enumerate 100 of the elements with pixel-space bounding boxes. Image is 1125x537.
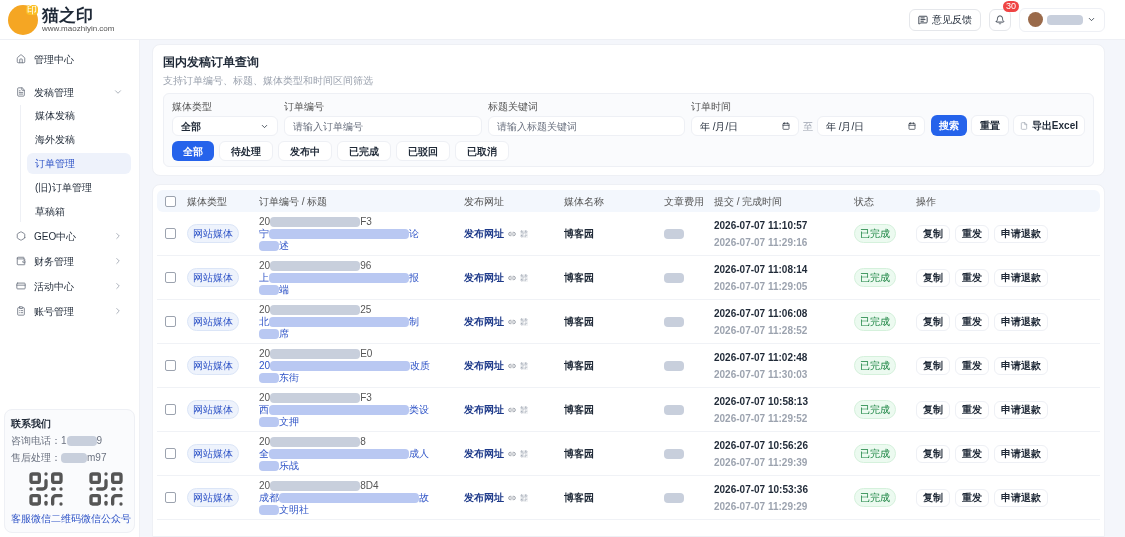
reset-button[interactable]: 重置 bbox=[970, 115, 1009, 136]
link-icon[interactable] bbox=[508, 229, 516, 238]
row-action-button[interactable]: 申请退款 bbox=[994, 312, 1048, 331]
order-number-start: 20 bbox=[259, 435, 271, 448]
submitted-time: 2026-07-07 11:10:57 bbox=[714, 218, 809, 233]
column-header: 媒体名称 bbox=[564, 194, 605, 209]
publish-url-link[interactable]: 发布网址 bbox=[464, 490, 504, 505]
after-sales-end: m97 bbox=[87, 451, 107, 465]
contact-title: 联系我们 bbox=[11, 417, 52, 431]
checkbox[interactable] bbox=[165, 228, 176, 239]
publish-url-link[interactable]: 发布网址 bbox=[464, 226, 504, 241]
row-action-button[interactable]: 复制 bbox=[916, 224, 950, 243]
link-icon[interactable] bbox=[508, 493, 516, 502]
row-action-button[interactable]: 重发 bbox=[955, 268, 989, 287]
row-action-button[interactable]: 申请退款 bbox=[994, 488, 1048, 507]
keyword-field[interactable]: 请输入标题关键词 bbox=[487, 116, 685, 136]
end-date-field[interactable]: 年 /月/日 bbox=[816, 116, 925, 136]
row-action-button[interactable]: 复制 bbox=[916, 268, 950, 287]
link-icon[interactable] bbox=[508, 361, 516, 370]
title-line: 端 bbox=[279, 283, 289, 296]
nav-item[interactable]: 管理中心 bbox=[8, 48, 131, 70]
status-tab[interactable]: 发布中 bbox=[278, 141, 332, 161]
row-action-button[interactable]: 重发 bbox=[955, 312, 989, 331]
status-tab[interactable]: 已驳回 bbox=[396, 141, 450, 161]
status-tab[interactable]: 已取消 bbox=[455, 141, 509, 161]
row-action-button[interactable]: 申请退款 bbox=[994, 268, 1048, 287]
qr-code-icon[interactable] bbox=[520, 317, 528, 326]
publish-url-link[interactable]: 发布网址 bbox=[464, 446, 504, 461]
title-line: 述 bbox=[279, 239, 289, 252]
link-icon[interactable] bbox=[508, 405, 516, 414]
search-button[interactable]: 搜索 bbox=[930, 115, 967, 136]
row-action-button[interactable]: 重发 bbox=[955, 356, 989, 375]
qr-code-icon[interactable] bbox=[520, 449, 528, 458]
title-line: 乐战 bbox=[279, 459, 299, 472]
qr-code-icon[interactable] bbox=[520, 405, 528, 414]
row-action-button[interactable]: 复制 bbox=[916, 488, 950, 507]
order-number-end: F3 bbox=[360, 391, 372, 404]
start-date-field[interactable]: 年 /月/日 bbox=[690, 116, 799, 136]
row-action-button[interactable]: 重发 bbox=[955, 488, 989, 507]
publish-url-link[interactable]: 发布网址 bbox=[464, 402, 504, 417]
user-menu[interactable] bbox=[1019, 7, 1105, 32]
nav-item[interactable]: 财务管理 bbox=[8, 250, 131, 272]
qr-code-icon[interactable] bbox=[520, 229, 528, 238]
column-header: 媒体类型 bbox=[187, 194, 228, 209]
nav-item[interactable]: 发稿管理 bbox=[8, 81, 131, 103]
media-type-tag: 网站媒体 bbox=[187, 312, 239, 331]
checkbox[interactable] bbox=[165, 404, 176, 415]
nav-item[interactable]: 账号管理 bbox=[8, 300, 131, 322]
nav-subitem[interactable]: (旧)订单管理 bbox=[27, 177, 131, 198]
checkbox[interactable] bbox=[165, 316, 176, 327]
nav-subitem[interactable]: 媒体发稿 bbox=[27, 105, 131, 126]
link-icon[interactable] bbox=[508, 273, 516, 282]
brand-url: www.maozhiyin.com bbox=[42, 24, 115, 33]
qr-code-icon[interactable] bbox=[520, 273, 528, 282]
row-action-button[interactable]: 重发 bbox=[955, 444, 989, 463]
nav-item[interactable]: 活动中心 bbox=[8, 275, 131, 297]
row-action-button[interactable]: 申请退款 bbox=[994, 444, 1048, 463]
status-tab[interactable]: 待处理 bbox=[219, 141, 273, 161]
nav-subitem[interactable]: 草稿箱 bbox=[27, 201, 131, 222]
completed-time: 2026-07-07 11:28:52 bbox=[714, 323, 809, 338]
row-action-button[interactable]: 重发 bbox=[955, 400, 989, 419]
status-tab[interactable]: 已完成 bbox=[337, 141, 391, 161]
row-action-button[interactable]: 申请退款 bbox=[994, 400, 1048, 419]
row-action-button[interactable]: 复制 bbox=[916, 356, 950, 375]
row-action-button[interactable]: 复制 bbox=[916, 400, 950, 419]
row-action-button[interactable]: 申请退款 bbox=[994, 356, 1048, 375]
nav-item[interactable]: GEO中心 bbox=[8, 225, 131, 247]
column-header: 状态 bbox=[854, 194, 875, 209]
checkbox[interactable] bbox=[165, 360, 176, 371]
redacted-fee bbox=[664, 493, 684, 504]
qr-code-icon[interactable] bbox=[520, 361, 528, 370]
checkbox[interactable] bbox=[165, 492, 176, 503]
row-action-button[interactable]: 复制 bbox=[916, 444, 950, 463]
checkbox[interactable] bbox=[165, 272, 176, 283]
nav-subitem[interactable]: 海外发稿 bbox=[27, 129, 131, 150]
media-name: 博客园 bbox=[564, 403, 595, 417]
order-number-field[interactable]: 请输入订单编号 bbox=[284, 116, 482, 136]
qr-code-icon[interactable] bbox=[520, 493, 528, 502]
publish-url-link[interactable]: 发布网址 bbox=[464, 270, 504, 285]
export-button[interactable]: 导出Excel bbox=[1012, 115, 1085, 136]
nav-icon bbox=[16, 87, 26, 97]
title-start: 成都 bbox=[259, 491, 279, 504]
media-type-select[interactable]: 全部 bbox=[172, 116, 279, 136]
feedback-button[interactable]: 意见反馈 bbox=[909, 8, 981, 31]
publish-url-link[interactable]: 发布网址 bbox=[464, 358, 504, 373]
status-tag: 已完成 bbox=[854, 356, 896, 375]
page-title: 国内发稿订单查询 bbox=[163, 54, 260, 71]
row-action-button[interactable]: 重发 bbox=[955, 224, 989, 243]
publish-url-link[interactable]: 发布网址 bbox=[464, 314, 504, 329]
avatar bbox=[1028, 12, 1043, 27]
nav-subitem[interactable]: 订单管理 bbox=[27, 153, 131, 174]
checkbox[interactable] bbox=[165, 448, 176, 459]
row-action-button[interactable]: 复制 bbox=[916, 312, 950, 331]
status-tag: 已完成 bbox=[854, 488, 896, 507]
link-icon[interactable] bbox=[508, 449, 516, 458]
row-action-button[interactable]: 申请退款 bbox=[994, 224, 1048, 243]
status-tab[interactable]: 全部 bbox=[172, 141, 214, 161]
link-icon[interactable] bbox=[508, 317, 516, 326]
column-header: 发布网址 bbox=[464, 194, 505, 209]
checkbox[interactable] bbox=[165, 195, 176, 207]
